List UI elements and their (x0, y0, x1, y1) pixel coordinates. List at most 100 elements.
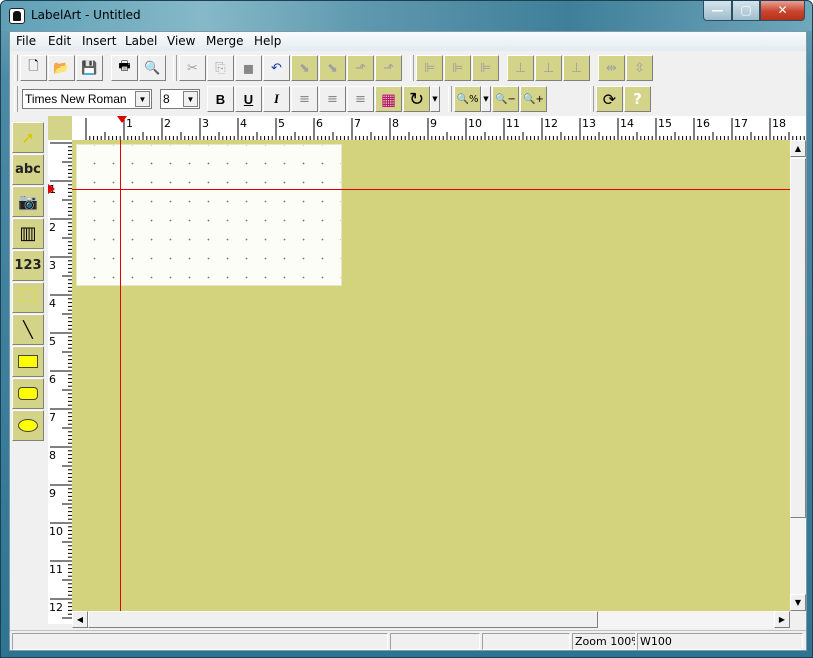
menu-label[interactable]: Label (125, 34, 157, 48)
zoom-in-button[interactable]: 🔍+ (520, 86, 547, 112)
refresh-button[interactable]: ⟳ (596, 86, 623, 112)
line-tool[interactable]: ╲ (12, 314, 44, 345)
font-size-select[interactable]: 8 ▼ (160, 89, 200, 109)
toolbar-grip[interactable] (14, 55, 18, 81)
menu-file[interactable]: File (16, 34, 36, 48)
vertical-position-marker[interactable] (48, 184, 55, 194)
zoom-percent-button[interactable]: 🔍% (454, 86, 481, 112)
horizontal-scroll-thumb[interactable] (88, 611, 598, 628)
help-button[interactable]: ? (624, 86, 651, 112)
toolbar-grip[interactable] (173, 55, 177, 81)
design-canvas[interactable] (72, 140, 790, 611)
rectangle-icon (18, 355, 38, 368)
arrow-right-icon: ▶ (778, 615, 786, 624)
text-tool[interactable]: abc (12, 154, 44, 185)
close-button[interactable]: ✕ (760, 1, 805, 21)
scroll-right-button[interactable]: ▶ (774, 611, 790, 628)
send-back-icon: ⬊ (327, 60, 338, 76)
menu-edit[interactable]: Edit (48, 34, 71, 48)
rounded-rectangle-tool[interactable] (12, 378, 44, 409)
horizontal-scrollbar[interactable]: ◀ ▶ (72, 611, 790, 628)
align-middle-button[interactable]: ⊥ (563, 55, 590, 81)
toolbar-grip[interactable] (448, 86, 452, 112)
color-button[interactable]: ▦ (375, 86, 402, 112)
space-horizontal-button[interactable]: ⇹ (598, 55, 625, 81)
toolbar-grip[interactable] (14, 86, 18, 112)
minimize-button[interactable]: — (703, 1, 732, 21)
status-panel-message (12, 633, 388, 650)
italic-button[interactable]: I (263, 86, 290, 112)
vertical-ruler[interactable]: 1 2 3 4 5 6 7 8 9 10 11 12 (48, 140, 72, 624)
scroll-up-button[interactable]: ▲ (790, 140, 806, 157)
zoom-out-icon: 🔍− (495, 93, 516, 105)
toolbar-grip[interactable] (410, 55, 414, 81)
chevron-down-icon[interactable]: ▼ (183, 91, 198, 107)
app-icon[interactable] (9, 8, 25, 24)
print-button[interactable]: 🖶 (111, 55, 138, 81)
align-center-objects-button[interactable]: ⊫ (444, 55, 471, 81)
barcode-icon: ▥ (19, 223, 37, 244)
barcode-tool[interactable]: ▥ (12, 218, 44, 249)
vertical-ruler-label: 8 (49, 449, 56, 462)
bring-to-front-button[interactable]: ⬊ (291, 55, 318, 81)
rotate-dropdown[interactable]: ▼ (430, 86, 440, 112)
picture-tool[interactable]: 📷 (12, 186, 44, 217)
align-right-objects-button[interactable]: ⊫ (472, 55, 499, 81)
menu-help[interactable]: Help (254, 34, 281, 48)
align-text-center-button[interactable]: ≡ (319, 86, 346, 112)
zoom-out-button[interactable]: 🔍− (492, 86, 519, 112)
new-button[interactable]: 🗋 (20, 55, 47, 81)
menu-insert[interactable]: Insert (82, 34, 116, 48)
vertical-scroll-thumb[interactable] (790, 158, 806, 518)
send-backward-button[interactable]: ⬏ (375, 55, 402, 81)
standard-toolbar: 🗋 📂 💾 🖶 🔍 ✂ ⎘ ▪ ↶ ⬊ ⬊ ⬏ ⬏ ⊫ ⊫ ⊫ ⊥ ⊥ ⊥ ⇹ … (10, 53, 806, 83)
italic-icon: I (273, 91, 280, 106)
align-bottom-button[interactable]: ⊥ (535, 55, 562, 81)
scroll-down-button[interactable]: ▼ (790, 594, 806, 611)
save-button[interactable]: 💾 (76, 55, 103, 81)
bring-forward-button[interactable]: ⬏ (347, 55, 374, 81)
font-name-select[interactable]: Times New Roman ▼ (22, 89, 152, 109)
ellipse-tool[interactable] (12, 410, 44, 441)
vertical-ruler-label: 7 (49, 411, 56, 424)
align-text-right-button[interactable]: ≡ (347, 86, 374, 112)
align-text-left-button[interactable]: ≡ (291, 86, 318, 112)
copy-button[interactable]: ⎘ (207, 55, 234, 81)
font-name-value: Times New Roman (25, 92, 127, 106)
underline-button[interactable]: U (235, 86, 262, 112)
chevron-down-icon[interactable]: ▼ (135, 91, 150, 107)
vertical-scrollbar[interactable]: ▲ ▼ (790, 140, 806, 611)
select-tool[interactable]: ➚ (12, 122, 44, 153)
horizontal-guide-line[interactable] (72, 189, 790, 190)
vertical-guide-line[interactable] (120, 140, 121, 611)
title-bar[interactable]: LabelArt - Untitled — ▢ ✕ (1, 1, 812, 31)
status-bar: Zoom 100% W100 (10, 630, 806, 650)
horizontal-position-marker[interactable] (117, 116, 127, 123)
align-top-button[interactable]: ⊥ (507, 55, 534, 81)
label-page[interactable] (76, 144, 342, 286)
zoom-dropdown[interactable]: ▼ (481, 86, 491, 112)
bold-button[interactable]: B (207, 86, 234, 112)
paste-button[interactable]: ▪ (235, 55, 262, 81)
print-preview-button[interactable]: 🔍 (139, 55, 166, 81)
toolbar-grip[interactable] (590, 86, 594, 112)
undo-button[interactable]: ↶ (263, 55, 290, 81)
horizontal-ruler[interactable]: 12345678910111213141516171819 (72, 116, 806, 140)
camera-icon: 📷 (18, 192, 38, 211)
open-button[interactable]: 📂 (48, 55, 75, 81)
space-vertical-button[interactable]: ⇳ (626, 55, 653, 81)
rectangle-tool[interactable] (12, 346, 44, 377)
maximize-button[interactable]: ▢ (732, 1, 760, 21)
align-left-objects-button[interactable]: ⊫ (416, 55, 443, 81)
scroll-left-button[interactable]: ◀ (72, 611, 88, 628)
menu-view[interactable]: View (167, 34, 195, 48)
counter-tool[interactable]: 123 (12, 250, 44, 281)
horizontal-ruler-label: 8 (392, 117, 399, 130)
underline-icon: U (243, 91, 254, 107)
rotate-button[interactable]: ↻ (403, 86, 430, 112)
maximize-icon: ▢ (740, 3, 752, 17)
send-to-back-button[interactable]: ⬊ (319, 55, 346, 81)
cut-button[interactable]: ✂ (179, 55, 206, 81)
menu-merge[interactable]: Merge (206, 34, 243, 48)
merge-field-tool[interactable]: 🗀 (12, 282, 44, 313)
